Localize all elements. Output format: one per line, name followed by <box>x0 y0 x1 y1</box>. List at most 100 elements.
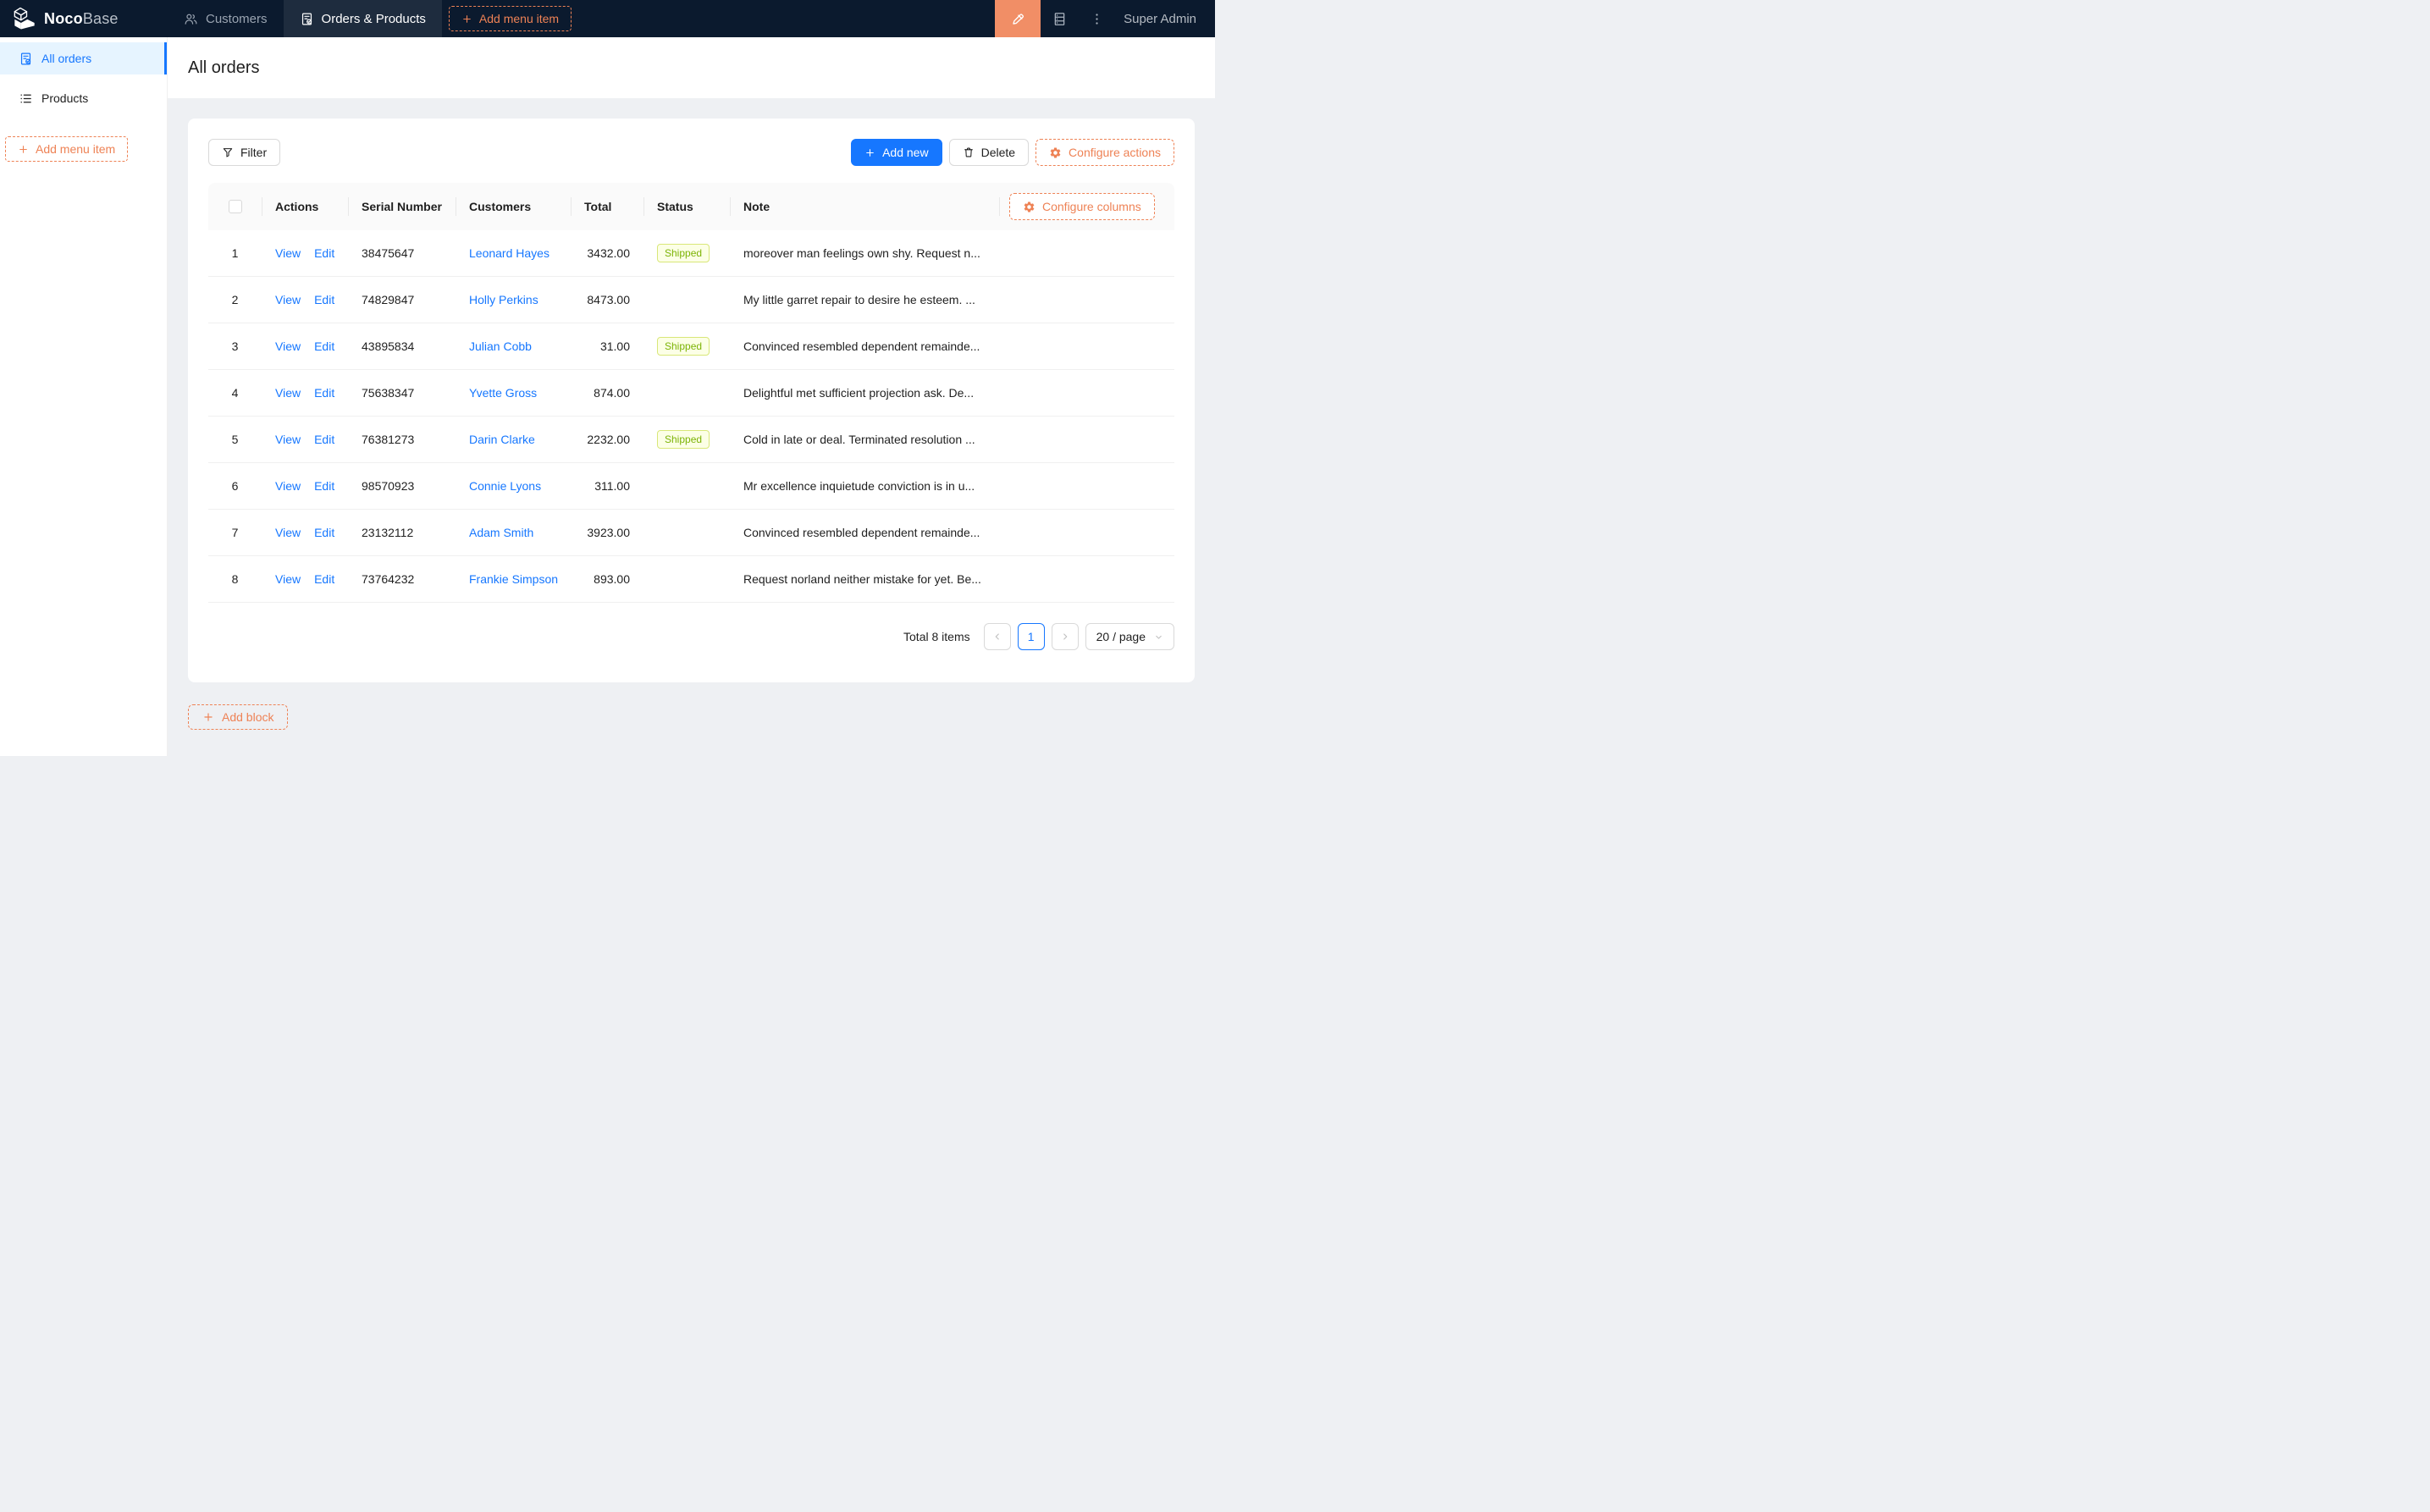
delete-button[interactable]: Delete <box>948 139 1030 166</box>
table-row[interactable]: 1 View Edit 38475647 Leonard Hayes 3432.… <box>208 230 1174 277</box>
cell-serial-number: 73764232 <box>348 556 456 602</box>
cell-trailing <box>999 323 1174 369</box>
filter-button[interactable]: Filter <box>208 139 281 166</box>
view-link[interactable]: View <box>275 246 301 260</box>
table-row[interactable]: 6 View Edit 98570923 Connie Lyons 311.00… <box>208 463 1174 510</box>
table-row[interactable]: 3 View Edit 43895834 Julian Cobb 31.00 S… <box>208 323 1174 370</box>
page-1-button[interactable]: 1 <box>1017 623 1045 650</box>
customer-link[interactable]: Connie Lyons <box>469 479 541 493</box>
cell-actions: View Edit <box>262 556 348 602</box>
cell-actions: View Edit <box>262 370 348 416</box>
row-index: 6 <box>231 479 239 493</box>
cell-note: Convinced resembled dependent remainde..… <box>730 323 999 369</box>
table-row[interactable]: 2 View Edit 74829847 Holly Perkins 8473.… <box>208 277 1174 323</box>
nav-right: Super Admin <box>995 0 1215 37</box>
row-index: 2 <box>231 293 239 306</box>
customer-link[interactable]: Adam Smith <box>469 526 533 539</box>
next-page-button[interactable] <box>1051 623 1079 650</box>
cell-index: 8 <box>208 556 262 602</box>
gear-icon <box>1050 146 1061 157</box>
sidebar-item-all-orders[interactable]: All orders <box>0 42 167 74</box>
edit-link[interactable]: Edit <box>314 386 334 400</box>
cell-index: 6 <box>208 463 262 509</box>
serial-number: 74829847 <box>362 293 415 306</box>
header-cell-note: Note <box>730 183 999 230</box>
total-value: 31.00 <box>599 339 630 353</box>
cell-status <box>643 370 730 416</box>
orders-table-block: Filter Add new Delete Configure actions … <box>188 119 1195 682</box>
table-row[interactable]: 7 View Edit 23132112 Adam Smith 3923.00 … <box>208 510 1174 556</box>
cell-note: Convinced resembled dependent remainde..… <box>730 510 999 555</box>
table-row[interactable]: 5 View Edit 76381273 Darin Clarke 2232.0… <box>208 417 1174 463</box>
customer-link[interactable]: Yvette Gross <box>469 386 537 400</box>
sidebar-item-products[interactable]: Products <box>0 82 167 114</box>
row-index: 8 <box>231 572 239 586</box>
filter-icon <box>223 148 233 157</box>
prev-page-button[interactable] <box>983 623 1011 650</box>
header-cell-status: Status <box>643 183 730 230</box>
current-user[interactable]: Super Admin <box>1115 0 1215 37</box>
more-menu-button[interactable] <box>1078 0 1115 37</box>
customer-link[interactable]: Leonard Hayes <box>469 246 550 260</box>
cell-customer: Yvette Gross <box>456 370 571 416</box>
cell-trailing <box>999 510 1174 555</box>
edit-link[interactable]: Edit <box>314 526 334 539</box>
customer-link[interactable]: Holly Perkins <box>469 293 538 306</box>
gear-icon <box>1024 201 1035 212</box>
configure-columns-button[interactable]: Configure columns <box>1009 193 1155 220</box>
nav-tab-orders-products[interactable]: Orders & Products <box>283 0 442 37</box>
orders-icon <box>301 13 312 25</box>
cell-status <box>643 510 730 555</box>
edit-link[interactable]: Edit <box>314 433 334 446</box>
nav-tabs: Customers Orders & Products Add menu ite… <box>168 0 572 37</box>
table-row[interactable]: 4 View Edit 75638347 Yvette Gross 874.00… <box>208 370 1174 417</box>
edit-link[interactable]: Edit <box>314 572 334 586</box>
cell-customer: Julian Cobb <box>456 323 571 369</box>
table-row[interactable]: 8 View Edit 73764232 Frankie Simpson 893… <box>208 556 1174 603</box>
edit-link[interactable]: Edit <box>314 479 334 493</box>
customer-link[interactable]: Frankie Simpson <box>469 572 558 586</box>
cell-actions: View Edit <box>262 510 348 555</box>
app-root: NocoBase Customers Orders & Products Add… <box>0 0 1215 756</box>
view-link[interactable]: View <box>275 339 301 353</box>
pagination: Total 8 items 1 20 / page <box>208 623 1174 650</box>
add-new-button[interactable]: Add new <box>851 139 942 166</box>
view-link[interactable]: View <box>275 433 301 446</box>
view-link[interactable]: View <box>275 479 301 493</box>
status-badge: Shipped <box>657 337 710 356</box>
edit-link[interactable]: Edit <box>314 339 334 353</box>
serial-number: 38475647 <box>362 246 415 260</box>
customer-link[interactable]: Darin Clarke <box>469 433 535 446</box>
edit-link[interactable]: Edit <box>314 246 334 260</box>
add-block-button[interactable]: Add block <box>188 704 289 730</box>
header-cell-customers: Customers <box>456 183 571 230</box>
cell-customer: Adam Smith <box>456 510 571 555</box>
pagination-total: Total 8 items <box>903 630 970 643</box>
sidebar-add-menu-item-button[interactable]: Add menu item <box>5 136 129 162</box>
nav-tab-customers[interactable]: Customers <box>168 0 284 37</box>
ui-editor-button[interactable] <box>995 0 1041 37</box>
cell-total: 31.00 <box>571 323 643 369</box>
orders-table: Actions Serial Number Customers Total St… <box>208 183 1174 603</box>
customer-link[interactable]: Julian Cobb <box>469 339 532 353</box>
list-icon <box>20 94 31 102</box>
database-button[interactable] <box>1041 0 1078 37</box>
plus-icon <box>204 713 213 721</box>
total-value: 3432.00 <box>587 246 630 260</box>
trash-icon <box>964 147 973 157</box>
view-link[interactable]: View <box>275 572 301 586</box>
view-link[interactable]: View <box>275 526 301 539</box>
note-text: Cold in late or deal. Terminated resolut… <box>743 433 975 446</box>
configure-actions-button[interactable]: Configure actions <box>1036 139 1174 166</box>
plus-icon <box>19 145 27 153</box>
view-link[interactable]: View <box>275 386 301 400</box>
view-link[interactable]: View <box>275 293 301 306</box>
cell-note: Mr excellence inquietude conviction is i… <box>730 463 999 509</box>
chevron-down-icon <box>1156 635 1162 639</box>
database-icon <box>1054 12 1064 25</box>
select-all-checkbox[interactable] <box>228 200 242 213</box>
page-size-select[interactable]: 20 / page <box>1085 623 1174 650</box>
cell-status: Shipped <box>643 417 730 462</box>
edit-link[interactable]: Edit <box>314 293 334 306</box>
nav-add-menu-item-button[interactable]: Add menu item <box>448 6 572 31</box>
